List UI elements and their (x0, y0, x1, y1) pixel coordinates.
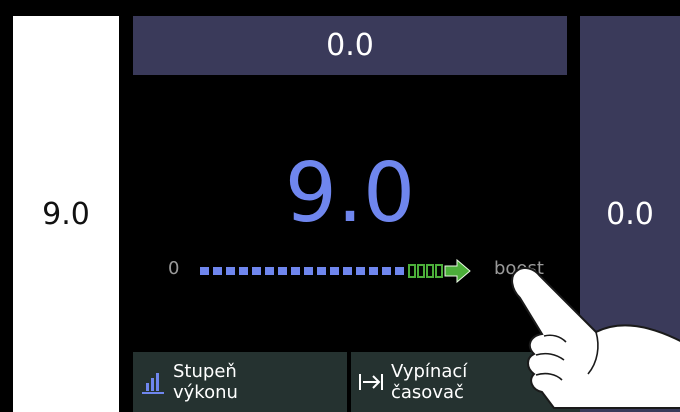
slider-boost-segments (408, 264, 443, 278)
power-level-value: 9.0 (284, 145, 416, 241)
power-level-label: Stupeň výkonu (173, 361, 238, 403)
slider-filled-segments (200, 267, 404, 275)
power-slider[interactable] (198, 258, 478, 284)
timer-button[interactable]: Vypínací časovač (351, 352, 580, 412)
bar-chart-icon (133, 369, 173, 395)
scale-min-label: 0 (168, 258, 180, 279)
cooking-zone-left[interactable]: 9.0 (13, 16, 119, 412)
cooking-zone-right[interactable]: 0.0 (580, 16, 680, 412)
zone-left-value: 9.0 (42, 196, 90, 232)
power-level-button[interactable]: Stupeň výkonu (133, 352, 347, 412)
zone-right-value: 0.0 (606, 196, 654, 232)
display-frame (0, 0, 680, 10)
cooktop-display: 9.0 0.0 0.0 9.0 0 boost Stupeň výkonu Vy… (0, 0, 680, 412)
cooking-zone-top[interactable]: 0.0 (133, 16, 567, 75)
timer-label: Vypínací časovač (391, 361, 468, 403)
zone-top-value: 0.0 (326, 28, 374, 63)
timer-arrow-icon (351, 369, 391, 395)
scale-max-label: boost (494, 258, 544, 279)
boost-arrow-icon (444, 258, 471, 284)
